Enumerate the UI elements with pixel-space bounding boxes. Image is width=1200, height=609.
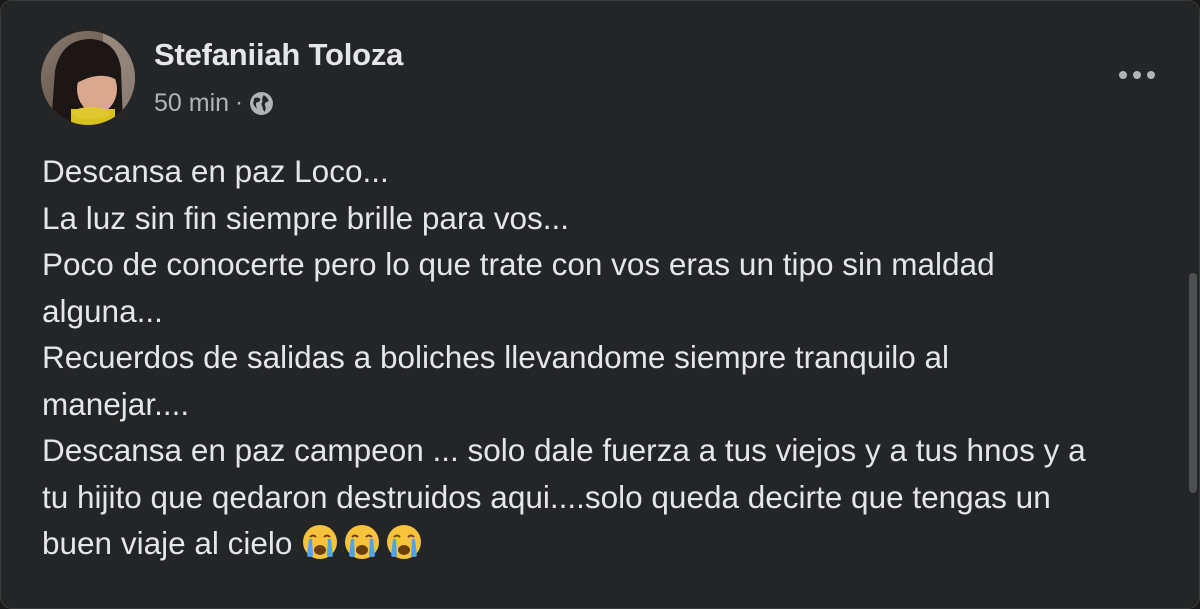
crying-face-emoji xyxy=(385,523,423,561)
post-timestamp[interactable]: 50 min xyxy=(154,89,229,118)
facebook-post-card: Stefaniiah Toloza 50 min · Descansa en p… xyxy=(0,0,1200,609)
post-line: Recuerdos de salidas a boliches llevando… xyxy=(42,339,950,375)
post-line: manejar.... xyxy=(42,385,190,422)
globe-icon[interactable] xyxy=(249,91,274,116)
scrollbar-thumb[interactable] xyxy=(1189,273,1197,493)
post-body: Descansa en paz Loco... La luz sin fin s… xyxy=(42,148,1182,567)
post-line: buen viaje al cielo xyxy=(42,525,293,561)
post-line: alguna... xyxy=(42,292,163,329)
avatar-image xyxy=(41,31,135,125)
post-meta: 50 min · xyxy=(154,87,274,119)
crying-face-emoji xyxy=(301,523,339,561)
post-line: tu hijito que qedaron destruidos aqui...… xyxy=(42,478,1051,515)
more-options-icon[interactable] xyxy=(1109,53,1165,97)
post-line: Descansa en paz Loco... xyxy=(42,153,389,189)
post-line: Poco de conocerte pero lo que trate con … xyxy=(42,246,995,282)
author-avatar[interactable] xyxy=(41,31,135,125)
crying-face-emoji xyxy=(343,523,381,561)
post-last-line: buen viaje al cielo xyxy=(42,520,1182,567)
meta-separator: · xyxy=(235,89,244,116)
post-line: La luz sin fin siempre brille para vos..… xyxy=(42,199,569,236)
author-name[interactable]: Stefaniiah Toloza xyxy=(154,37,403,73)
post-line: Descansa en paz campeon ... solo dale fu… xyxy=(42,432,1086,468)
